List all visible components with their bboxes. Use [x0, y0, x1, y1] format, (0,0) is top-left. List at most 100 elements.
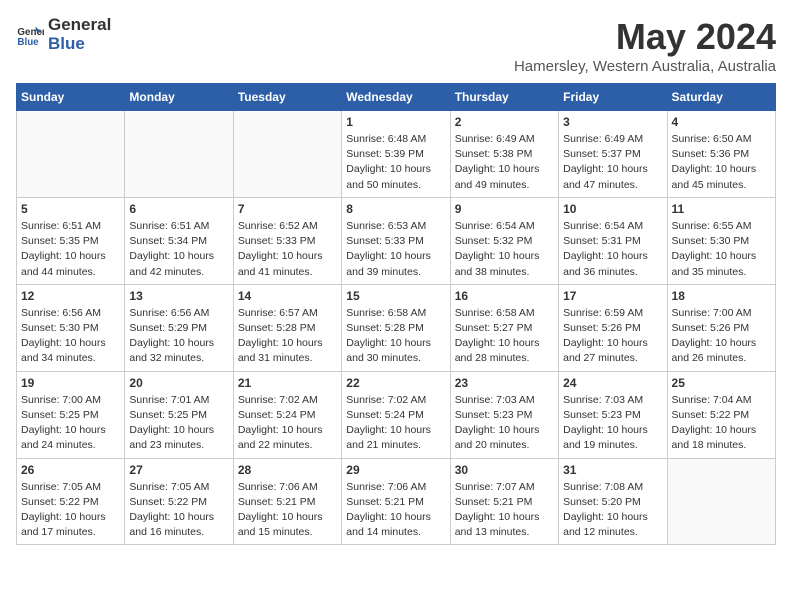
- day-info: Sunrise: 7:08 AMSunset: 5:20 PMDaylight:…: [563, 480, 662, 541]
- day-info: Sunrise: 6:53 AMSunset: 5:33 PMDaylight:…: [346, 219, 445, 280]
- calendar-day-cell: 23Sunrise: 7:03 AMSunset: 5:23 PMDayligh…: [450, 371, 558, 458]
- day-number: 17: [563, 289, 662, 303]
- calendar-day-cell: [17, 111, 125, 198]
- day-info: Sunrise: 6:58 AMSunset: 5:28 PMDaylight:…: [346, 306, 445, 367]
- calendar-day-cell: 6 Sunrise: 6:51 AMSunset: 5:34 PMDaylight…: [125, 197, 233, 284]
- day-info: Sunrise: 6:49 AMSunset: 5:38 PMDaylight:…: [455, 132, 554, 193]
- day-number: 18: [672, 289, 771, 303]
- logo-icon: General Blue: [16, 21, 44, 49]
- day-info: Sunrise: 7:05 AMSunset: 5:22 PMDaylight:…: [129, 480, 228, 541]
- calendar-day-cell: 8Sunrise: 6:53 AMSunset: 5:33 PMDaylight…: [342, 197, 450, 284]
- calendar-week-row: 5 Sunrise: 6:51 AMSunset: 5:35 PMDaylight…: [17, 197, 776, 284]
- calendar-location: Hamersley, Western Australia, Australia: [514, 58, 776, 75]
- calendar-day-cell: 20 Sunrise: 7:01 AMSunset: 5:25 PMDayligh…: [125, 371, 233, 458]
- day-info: Sunrise: 7:03 AMSunset: 5:23 PMDaylight:…: [455, 393, 554, 454]
- day-info: Sunrise: 7:01 AMSunset: 5:25 PMDaylight:…: [129, 393, 228, 454]
- day-info: Sunrise: 6:55 AMSunset: 5:30 PMDaylight:…: [672, 219, 771, 280]
- calendar-day-cell: 21Sunrise: 7:02 AMSunset: 5:24 PMDayligh…: [233, 371, 341, 458]
- day-number: 4: [672, 115, 771, 129]
- day-info: Sunrise: 6:58 AMSunset: 5:27 PMDaylight:…: [455, 306, 554, 367]
- weekday-header-row: SundayMondayTuesdayWednesdayThursdayFrid…: [17, 84, 776, 111]
- calendar-day-cell: 14 Sunrise: 6:57 AMSunset: 5:28 PMDayligh…: [233, 284, 341, 371]
- calendar-day-cell: 7Sunrise: 6:52 AMSunset: 5:33 PMDaylight…: [233, 197, 341, 284]
- calendar-day-cell: 31 Sunrise: 7:08 AMSunset: 5:20 PMDayligh…: [559, 458, 667, 545]
- weekday-header-friday: Friday: [559, 84, 667, 111]
- day-number: 14: [238, 289, 337, 303]
- calendar-day-cell: 29Sunrise: 7:06 AMSunset: 5:21 PMDayligh…: [342, 458, 450, 545]
- day-number: 25: [672, 376, 771, 390]
- weekday-header-saturday: Saturday: [667, 84, 775, 111]
- calendar-day-cell: 13 Sunrise: 6:56 AMSunset: 5:29 PMDayligh…: [125, 284, 233, 371]
- day-number: 13: [129, 289, 228, 303]
- logo: General Blue General Blue: [16, 16, 111, 53]
- weekday-header-tuesday: Tuesday: [233, 84, 341, 111]
- calendar-day-cell: 19Sunrise: 7:00 AMSunset: 5:25 PMDayligh…: [17, 371, 125, 458]
- day-info: Sunrise: 7:03 AMSunset: 5:23 PMDaylight:…: [563, 393, 662, 454]
- day-number: 11: [672, 202, 771, 216]
- calendar-day-cell: 25 Sunrise: 7:04 AMSunset: 5:22 PMDayligh…: [667, 371, 775, 458]
- calendar-day-cell: 5 Sunrise: 6:51 AMSunset: 5:35 PMDaylight…: [17, 197, 125, 284]
- day-info: Sunrise: 6:57 AMSunset: 5:28 PMDaylight:…: [238, 306, 337, 367]
- day-info: Sunrise: 6:51 AMSunset: 5:35 PMDaylight:…: [21, 219, 120, 280]
- weekday-header-thursday: Thursday: [450, 84, 558, 111]
- day-info: Sunrise: 6:54 AMSunset: 5:31 PMDaylight:…: [563, 219, 662, 280]
- day-number: 10: [563, 202, 662, 216]
- calendar-day-cell: 16 Sunrise: 6:58 AMSunset: 5:27 PMDayligh…: [450, 284, 558, 371]
- calendar-day-cell: 3 Sunrise: 6:49 AMSunset: 5:37 PMDaylight…: [559, 111, 667, 198]
- calendar-day-cell: 24 Sunrise: 7:03 AMSunset: 5:23 PMDayligh…: [559, 371, 667, 458]
- calendar-day-cell: 15Sunrise: 6:58 AMSunset: 5:28 PMDayligh…: [342, 284, 450, 371]
- day-number: 31: [563, 463, 662, 477]
- day-info: Sunrise: 7:02 AMSunset: 5:24 PMDaylight:…: [346, 393, 445, 454]
- day-number: 30: [455, 463, 554, 477]
- calendar-day-cell: 26Sunrise: 7:05 AMSunset: 5:22 PMDayligh…: [17, 458, 125, 545]
- day-number: 1: [346, 115, 445, 129]
- day-info: Sunrise: 7:05 AMSunset: 5:22 PMDaylight:…: [21, 480, 120, 541]
- day-number: 9: [455, 202, 554, 216]
- calendar-week-row: 12Sunrise: 6:56 AMSunset: 5:30 PMDayligh…: [17, 284, 776, 371]
- calendar-day-cell: 1 Sunrise: 6:48 AMSunset: 5:39 PMDaylight…: [342, 111, 450, 198]
- day-number: 7: [238, 202, 337, 216]
- calendar-day-cell: 22 Sunrise: 7:02 AMSunset: 5:24 PMDayligh…: [342, 371, 450, 458]
- calendar-day-cell: [233, 111, 341, 198]
- calendar-day-cell: 12Sunrise: 6:56 AMSunset: 5:30 PMDayligh…: [17, 284, 125, 371]
- day-number: 5: [21, 202, 120, 216]
- calendar-day-cell: 10 Sunrise: 6:54 AMSunset: 5:31 PMDayligh…: [559, 197, 667, 284]
- day-info: Sunrise: 7:00 AMSunset: 5:26 PMDaylight:…: [672, 306, 771, 367]
- day-info: Sunrise: 6:48 AMSunset: 5:39 PMDaylight:…: [346, 132, 445, 193]
- day-info: Sunrise: 7:07 AMSunset: 5:21 PMDaylight:…: [455, 480, 554, 541]
- day-info: Sunrise: 6:56 AMSunset: 5:30 PMDaylight:…: [21, 306, 120, 367]
- calendar-day-cell: 11 Sunrise: 6:55 AMSunset: 5:30 PMDayligh…: [667, 197, 775, 284]
- calendar-week-row: 26Sunrise: 7:05 AMSunset: 5:22 PMDayligh…: [17, 458, 776, 545]
- day-info: Sunrise: 6:49 AMSunset: 5:37 PMDaylight:…: [563, 132, 662, 193]
- calendar-day-cell: 30 Sunrise: 7:07 AMSunset: 5:21 PMDayligh…: [450, 458, 558, 545]
- day-number: 6: [129, 202, 228, 216]
- calendar-day-cell: 17Sunrise: 6:59 AMSunset: 5:26 PMDayligh…: [559, 284, 667, 371]
- day-number: 27: [129, 463, 228, 477]
- svg-text:Blue: Blue: [17, 36, 39, 47]
- day-number: 22: [346, 376, 445, 390]
- day-info: Sunrise: 6:56 AMSunset: 5:29 PMDaylight:…: [129, 306, 228, 367]
- day-number: 16: [455, 289, 554, 303]
- calendar-title: May 2024: [514, 16, 776, 58]
- day-number: 20: [129, 376, 228, 390]
- day-info: Sunrise: 7:00 AMSunset: 5:25 PMDaylight:…: [21, 393, 120, 454]
- day-number: 2: [455, 115, 554, 129]
- day-number: 29: [346, 463, 445, 477]
- day-number: 3: [563, 115, 662, 129]
- logo-blue: Blue: [48, 35, 111, 54]
- weekday-header-wednesday: Wednesday: [342, 84, 450, 111]
- calendar-day-cell: [667, 458, 775, 545]
- calendar-day-cell: [125, 111, 233, 198]
- logo-general: General: [48, 16, 111, 35]
- day-info: Sunrise: 7:04 AMSunset: 5:22 PMDaylight:…: [672, 393, 771, 454]
- day-number: 28: [238, 463, 337, 477]
- day-info: Sunrise: 6:54 AMSunset: 5:32 PMDaylight:…: [455, 219, 554, 280]
- day-info: Sunrise: 6:51 AMSunset: 5:34 PMDaylight:…: [129, 219, 228, 280]
- weekday-header-monday: Monday: [125, 84, 233, 111]
- day-info: Sunrise: 7:06 AMSunset: 5:21 PMDaylight:…: [238, 480, 337, 541]
- weekday-header-sunday: Sunday: [17, 84, 125, 111]
- calendar-day-cell: 9 Sunrise: 6:54 AMSunset: 5:32 PMDaylight…: [450, 197, 558, 284]
- calendar-day-cell: 4Sunrise: 6:50 AMSunset: 5:36 PMDaylight…: [667, 111, 775, 198]
- calendar-week-row: 1 Sunrise: 6:48 AMSunset: 5:39 PMDaylight…: [17, 111, 776, 198]
- day-number: 24: [563, 376, 662, 390]
